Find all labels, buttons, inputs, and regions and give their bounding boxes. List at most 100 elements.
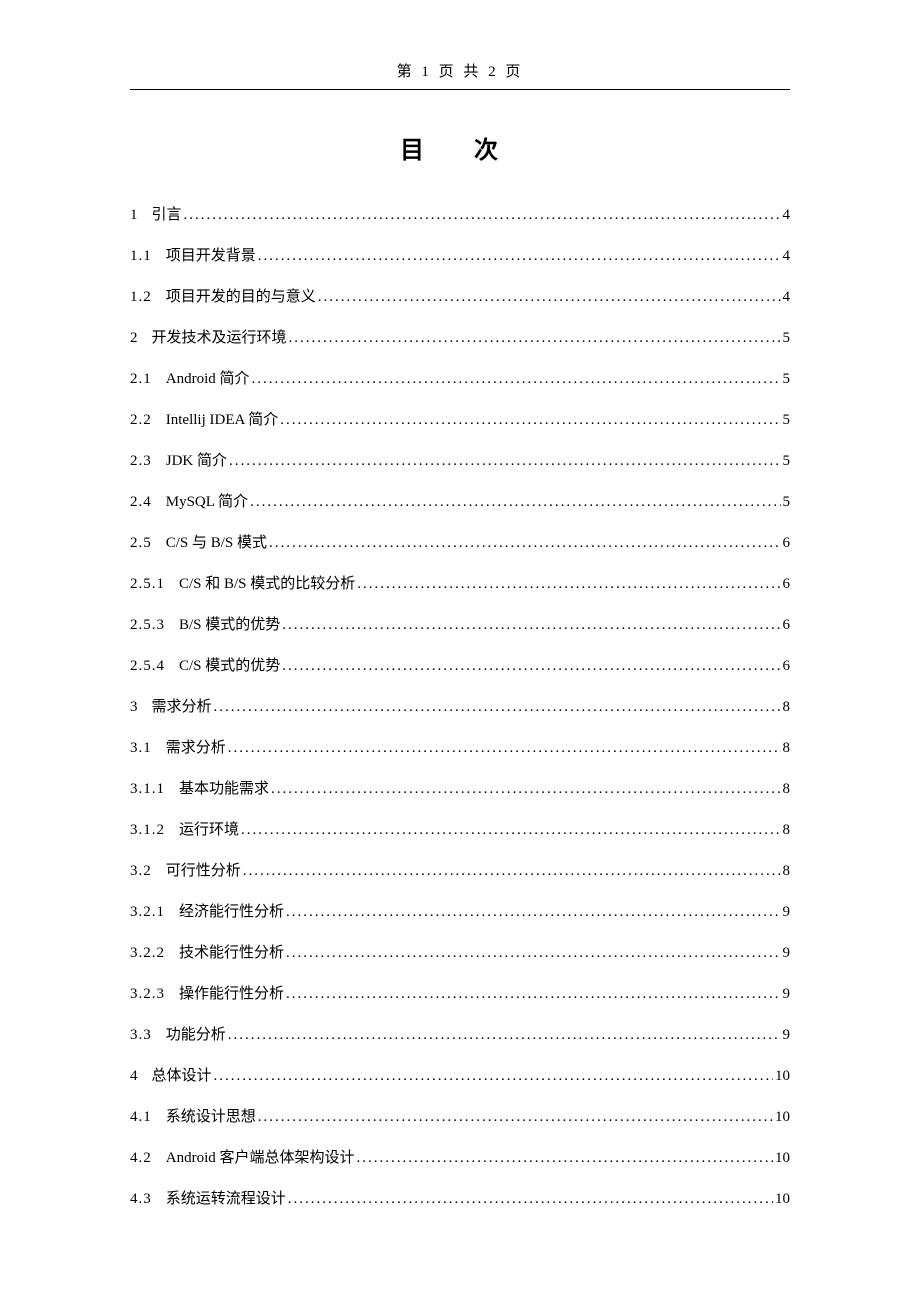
- toc-item-number: 2.3: [130, 451, 152, 472]
- toc-item: 1引言4: [130, 205, 790, 226]
- toc-item-label: 项目开发背景: [166, 246, 256, 267]
- toc-list: 1引言41.1项目开发背景41.2项目开发的目的与意义42开发技术及运行环境52…: [130, 205, 790, 1210]
- toc-leader-dots: [286, 1189, 773, 1210]
- toc-item-page: 5: [781, 492, 791, 513]
- toc-item: 3.3功能分析9: [130, 1025, 790, 1046]
- toc-leader-dots: [284, 902, 780, 923]
- toc-item-number: 2.2: [130, 410, 152, 431]
- toc-item-page: 4: [781, 205, 791, 226]
- toc-leader-dots: [280, 656, 780, 677]
- toc-leader-dots: [256, 1107, 773, 1128]
- toc-item-label: 系统运转流程设计: [166, 1189, 286, 1210]
- toc-item-label: Intellij IDEA 简介: [166, 410, 279, 431]
- toc-item-page: 8: [781, 779, 791, 800]
- toc-item: 3.2.3操作能行性分析9: [130, 984, 790, 1005]
- toc-leader-dots: [226, 1025, 781, 1046]
- toc-item-number: 3.2: [130, 861, 152, 882]
- toc-item-label: 需求分析: [152, 697, 212, 718]
- toc-item-label: MySQL 简介: [166, 492, 248, 513]
- toc-item-label: JDK 简介: [166, 451, 227, 472]
- toc-item: 3.2可行性分析8: [130, 861, 790, 882]
- toc-leader-dots: [278, 410, 780, 431]
- toc-item-page: 5: [781, 451, 791, 472]
- toc-item-page: 8: [781, 738, 791, 759]
- toc-item-number: 3.1: [130, 738, 152, 759]
- toc-item-number: 2: [130, 328, 138, 349]
- toc-item-number: 3.2.1: [130, 902, 165, 923]
- toc-item: 2.4 MySQL 简介 5: [130, 492, 790, 513]
- toc-item-label: 开发技术及运行环境: [152, 328, 287, 349]
- toc-item-number: 1.1: [130, 246, 152, 267]
- toc-leader-dots: [284, 943, 780, 964]
- toc-item-page: 6: [781, 656, 791, 677]
- toc-item-number: 2.5.4: [130, 656, 165, 677]
- toc-item-label: 经济能行性分析: [179, 902, 284, 923]
- toc-item-label: Android 客户端总体架构设计: [166, 1148, 355, 1169]
- toc-item: 3.2.1 经济能行性分析 9: [130, 902, 790, 923]
- toc-leader-dots: [267, 533, 780, 554]
- toc-leader-dots: [239, 820, 780, 841]
- toc-item-number: 3: [130, 697, 138, 718]
- toc-item-number: 1.2: [130, 287, 152, 308]
- toc-item-label: 系统设计思想: [166, 1107, 256, 1128]
- toc-item-page: 5: [781, 369, 791, 390]
- toc-item: 2.5.1C/S 和 B/S 模式的比较分析6: [130, 574, 790, 595]
- toc-item: 4.2 Android 客户端总体架构设计 10: [130, 1148, 790, 1169]
- toc-leader-dots: [280, 615, 780, 636]
- toc-item: 3.1 需求分析 8: [130, 738, 790, 759]
- toc-item-page: 6: [781, 574, 791, 595]
- toc-item-number: 4.1: [130, 1107, 152, 1128]
- toc-item-label: 基本功能需求: [179, 779, 269, 800]
- toc-item-label: 需求分析: [166, 738, 226, 759]
- toc-item-label: Android 简介: [166, 369, 250, 390]
- toc-item: 3.1.2 运行环境 8: [130, 820, 790, 841]
- toc-item-number: 2.1: [130, 369, 152, 390]
- toc-item-page: 5: [781, 328, 791, 349]
- toc-item-label: 技术能行性分析: [179, 943, 284, 964]
- toc-leader-dots: [284, 984, 780, 1005]
- toc-item: 3 需求分析 8: [130, 697, 790, 718]
- toc-item-number: 4: [130, 1066, 138, 1087]
- toc-item-page: 10: [773, 1066, 790, 1087]
- toc-item: 1.2项目开发的目的与意义4: [130, 287, 790, 308]
- page-number-text: 第 1 页 共 2 页: [397, 64, 524, 80]
- toc-item-label: B/S 模式的优势: [179, 615, 280, 636]
- toc-leader-dots: [226, 738, 781, 759]
- toc-item-page: 10: [773, 1148, 790, 1169]
- toc-leader-dots: [227, 451, 780, 472]
- toc-item-label: 操作能行性分析: [179, 984, 284, 1005]
- toc-item-number: 2.4: [130, 492, 152, 513]
- toc-item-number: 3.2.2: [130, 943, 165, 964]
- toc-item: 2.2 Intellij IDEA 简介 5: [130, 410, 790, 431]
- toc-item-label: 运行环境: [179, 820, 239, 841]
- toc-item: 1.1 项目开发背景 4: [130, 246, 790, 267]
- toc-item-number: 3.1.2: [130, 820, 165, 841]
- toc-item-label: 可行性分析: [166, 861, 241, 882]
- toc-item-page: 4: [781, 246, 791, 267]
- toc-leader-dots: [182, 205, 781, 226]
- toc-leader-dots: [355, 574, 780, 595]
- toc-item: 2.3 JDK 简介 5: [130, 451, 790, 472]
- toc-item-page: 5: [781, 410, 791, 431]
- toc-item: 3.1.1基本功能需求8: [130, 779, 790, 800]
- toc-item-page: 9: [781, 902, 791, 923]
- toc-item-number: 3.2.3: [130, 984, 165, 1005]
- toc-item-number: 4.2: [130, 1148, 152, 1169]
- toc-item-page: 8: [781, 697, 791, 718]
- toc-item-page: 9: [781, 943, 791, 964]
- toc-leader-dots: [256, 246, 781, 267]
- toc-item-label: 引言: [152, 205, 182, 226]
- toc-item-page: 6: [781, 533, 791, 554]
- toc-item-page: 4: [781, 287, 791, 308]
- toc-leader-dots: [355, 1148, 774, 1169]
- toc-item-label: C/S 和 B/S 模式的比较分析: [179, 574, 355, 595]
- toc-leader-dots: [212, 697, 781, 718]
- toc-leader-dots: [212, 1066, 773, 1087]
- toc-item-number: 3.3: [130, 1025, 152, 1046]
- toc-item: 2.5.3B/S 模式的优势6: [130, 615, 790, 636]
- toc-item-page: 8: [781, 820, 791, 841]
- toc-leader-dots: [250, 369, 781, 390]
- toc-item-number: 4.3: [130, 1189, 152, 1210]
- toc-item-page: 10: [773, 1189, 790, 1210]
- toc-title: 目 次: [130, 130, 790, 165]
